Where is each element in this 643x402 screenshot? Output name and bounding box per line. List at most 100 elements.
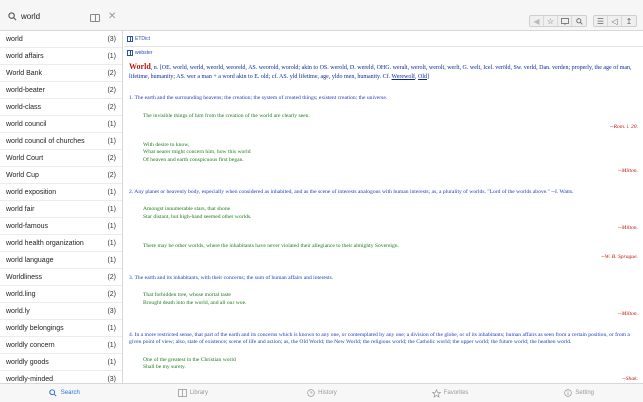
list-item-word: World Bank bbox=[6, 69, 43, 77]
list-item-count: (1) bbox=[107, 324, 116, 332]
list-item-word: world health organization bbox=[6, 239, 84, 247]
list-item-count: (1) bbox=[107, 188, 116, 196]
tab-label: Search bbox=[60, 390, 80, 396]
sub-dictionary-tab[interactable]: webster bbox=[124, 47, 643, 59]
top-bar: ✕ ◀ ☆ ☰ ◁ ↥ bbox=[0, 0, 643, 31]
speaker-icon[interactable]: ◁ bbox=[608, 16, 622, 26]
info-icon bbox=[563, 389, 572, 398]
senses: 1. The earth and the surrounding heavens… bbox=[129, 95, 638, 383]
list-item[interactable]: World Bank (2) bbox=[0, 65, 122, 82]
entry-headline: World, n. [OE. world, werld, weorld, weo… bbox=[129, 62, 632, 80]
list-item-count: (2) bbox=[107, 273, 116, 281]
list-item[interactable]: Worldliness (2) bbox=[0, 269, 122, 286]
find-icon[interactable] bbox=[572, 16, 586, 26]
tab-label: Library bbox=[189, 390, 209, 396]
list-item-count: (2) bbox=[107, 171, 116, 179]
quotation-line: With desire to know, bbox=[143, 141, 190, 148]
list-item-word: Worldliness bbox=[6, 273, 43, 281]
list-item-count: (2) bbox=[107, 154, 116, 162]
tab-library[interactable]: Library bbox=[129, 384, 258, 402]
entry: World, n. [OE. world, werld, weorld, weo… bbox=[124, 59, 643, 383]
list-item[interactable]: world-famous (1) bbox=[0, 218, 122, 235]
list-item[interactable]: world.ling (2) bbox=[0, 286, 122, 303]
list-item-count: (1) bbox=[107, 222, 116, 230]
menu-icon[interactable]: ☰ bbox=[594, 16, 608, 26]
list-item[interactable]: world.ly (3) bbox=[0, 303, 122, 320]
list-item[interactable]: world exposition (1) bbox=[0, 184, 122, 201]
star-icon bbox=[431, 388, 441, 398]
list-item-word: world council of churches bbox=[6, 137, 85, 145]
book-icon bbox=[127, 50, 133, 56]
quotation: There may be other worlds, where the inh… bbox=[129, 243, 638, 251]
quotation: That forbidden tree, whose mortal taste B… bbox=[129, 292, 638, 307]
etymology: [OE. world, werld, weorld, weoreld, AS. … bbox=[129, 65, 632, 80]
list-item[interactable]: World Court (2) bbox=[0, 150, 122, 167]
list-item-word: world exposition bbox=[6, 188, 57, 196]
list-item-word: world affairs bbox=[6, 52, 44, 60]
quotation: The invisible things of him from the cre… bbox=[129, 113, 638, 121]
etymology-link-old[interactable]: Old bbox=[418, 74, 427, 80]
word-list[interactable]: world (3) world affairs (1) World Bank (2) wor… bbox=[0, 31, 123, 383]
list-item[interactable]: world affairs (1) bbox=[0, 48, 122, 65]
list-item-word: world.ly bbox=[6, 307, 30, 315]
list-item-word: worldly goods bbox=[6, 358, 49, 366]
list-item-count: (1) bbox=[107, 358, 116, 366]
quotation: One of the greatest in the Christian wor… bbox=[129, 357, 638, 372]
star-icon[interactable]: ☆ bbox=[544, 16, 558, 26]
list-item-count: (1) bbox=[107, 52, 116, 60]
list-item[interactable]: world-class (2) bbox=[0, 99, 122, 116]
part-of-speech: , n. bbox=[150, 65, 159, 71]
list-item[interactable]: worldly concern (1) bbox=[0, 337, 122, 354]
sense-definition: 4. In a more restricted sense, that part… bbox=[129, 331, 630, 346]
list-item-count: (1) bbox=[107, 205, 116, 213]
quotation-line: Star distant, but high-hand seemed other… bbox=[143, 213, 252, 220]
tab-favorites[interactable]: Favorites bbox=[386, 384, 515, 402]
list-item-count: (1) bbox=[107, 137, 116, 145]
list-item-count: (1) bbox=[107, 239, 116, 247]
split-view-icon[interactable] bbox=[90, 14, 100, 22]
list-item-word: world bbox=[6, 35, 23, 43]
list-item[interactable]: worldly goods (1) bbox=[0, 354, 122, 371]
back-arrow-icon[interactable]: ◀ bbox=[530, 16, 544, 26]
tab-search[interactable]: Search bbox=[0, 384, 129, 402]
list-item-count: (2) bbox=[107, 103, 116, 111]
search-input[interactable] bbox=[21, 11, 91, 21]
list-item[interactable]: world-beater (2) bbox=[0, 82, 122, 99]
list-item[interactable]: world health organization (1) bbox=[0, 235, 122, 252]
tab-setting[interactable]: Setting bbox=[514, 384, 643, 402]
search-icon bbox=[6, 10, 18, 22]
list-item[interactable]: world council of churches (1) bbox=[0, 133, 122, 150]
tab-history[interactable]: History bbox=[257, 384, 386, 402]
quotation: With desire to know, What nearer might co… bbox=[129, 142, 638, 165]
list-item[interactable]: worldly-minded (3) bbox=[0, 371, 122, 383]
quotation-line: One of the greatest in the Christian wor… bbox=[143, 356, 236, 363]
list-item[interactable]: World Cup (2) bbox=[0, 167, 122, 184]
quotation-line: Shall be my surety. bbox=[143, 364, 186, 370]
close-icon[interactable]: ✕ bbox=[108, 12, 116, 22]
citation: --Rom. i. 20. bbox=[609, 124, 638, 130]
quotation-line: Amongst innumerable stars, that shone bbox=[143, 206, 231, 212]
list-item-word: world language bbox=[6, 256, 54, 264]
list-item-count: (1) bbox=[107, 256, 116, 264]
tab-bar: Search Library History Favorites Setting bbox=[0, 383, 643, 402]
share-icon[interactable]: ↥ bbox=[622, 16, 636, 26]
list-item[interactable]: worldly belongings (1) bbox=[0, 320, 122, 337]
list-item[interactable]: world language (1) bbox=[0, 252, 122, 269]
list-item-word: worldly belongings bbox=[6, 324, 64, 332]
quotation-line: Brought death into the world, and all ou… bbox=[143, 299, 247, 306]
quotation-line: There may be other worlds, where the inh… bbox=[143, 242, 399, 249]
dictionary-tab[interactable]: ETDict bbox=[124, 31, 643, 47]
quotation: Amongst innumerable stars, that shone Sta… bbox=[129, 206, 638, 221]
sense-definition: 1. The earth and the surrounding heavens… bbox=[129, 95, 388, 101]
citation: --Milton. bbox=[617, 311, 638, 317]
display-icon[interactable] bbox=[558, 16, 572, 26]
list-item[interactable]: world fair (1) bbox=[0, 201, 122, 218]
etymology-link-werewolf[interactable]: Werewolf bbox=[392, 74, 416, 80]
list-item[interactable]: world (3) bbox=[0, 31, 122, 48]
search-icon bbox=[49, 389, 58, 398]
list-item-word: world-class bbox=[6, 103, 42, 111]
search-box[interactable] bbox=[6, 7, 120, 25]
list-item[interactable]: world council (1) bbox=[0, 116, 122, 133]
list-item-word: world council bbox=[6, 120, 47, 128]
list-item-count: (2) bbox=[107, 69, 116, 77]
